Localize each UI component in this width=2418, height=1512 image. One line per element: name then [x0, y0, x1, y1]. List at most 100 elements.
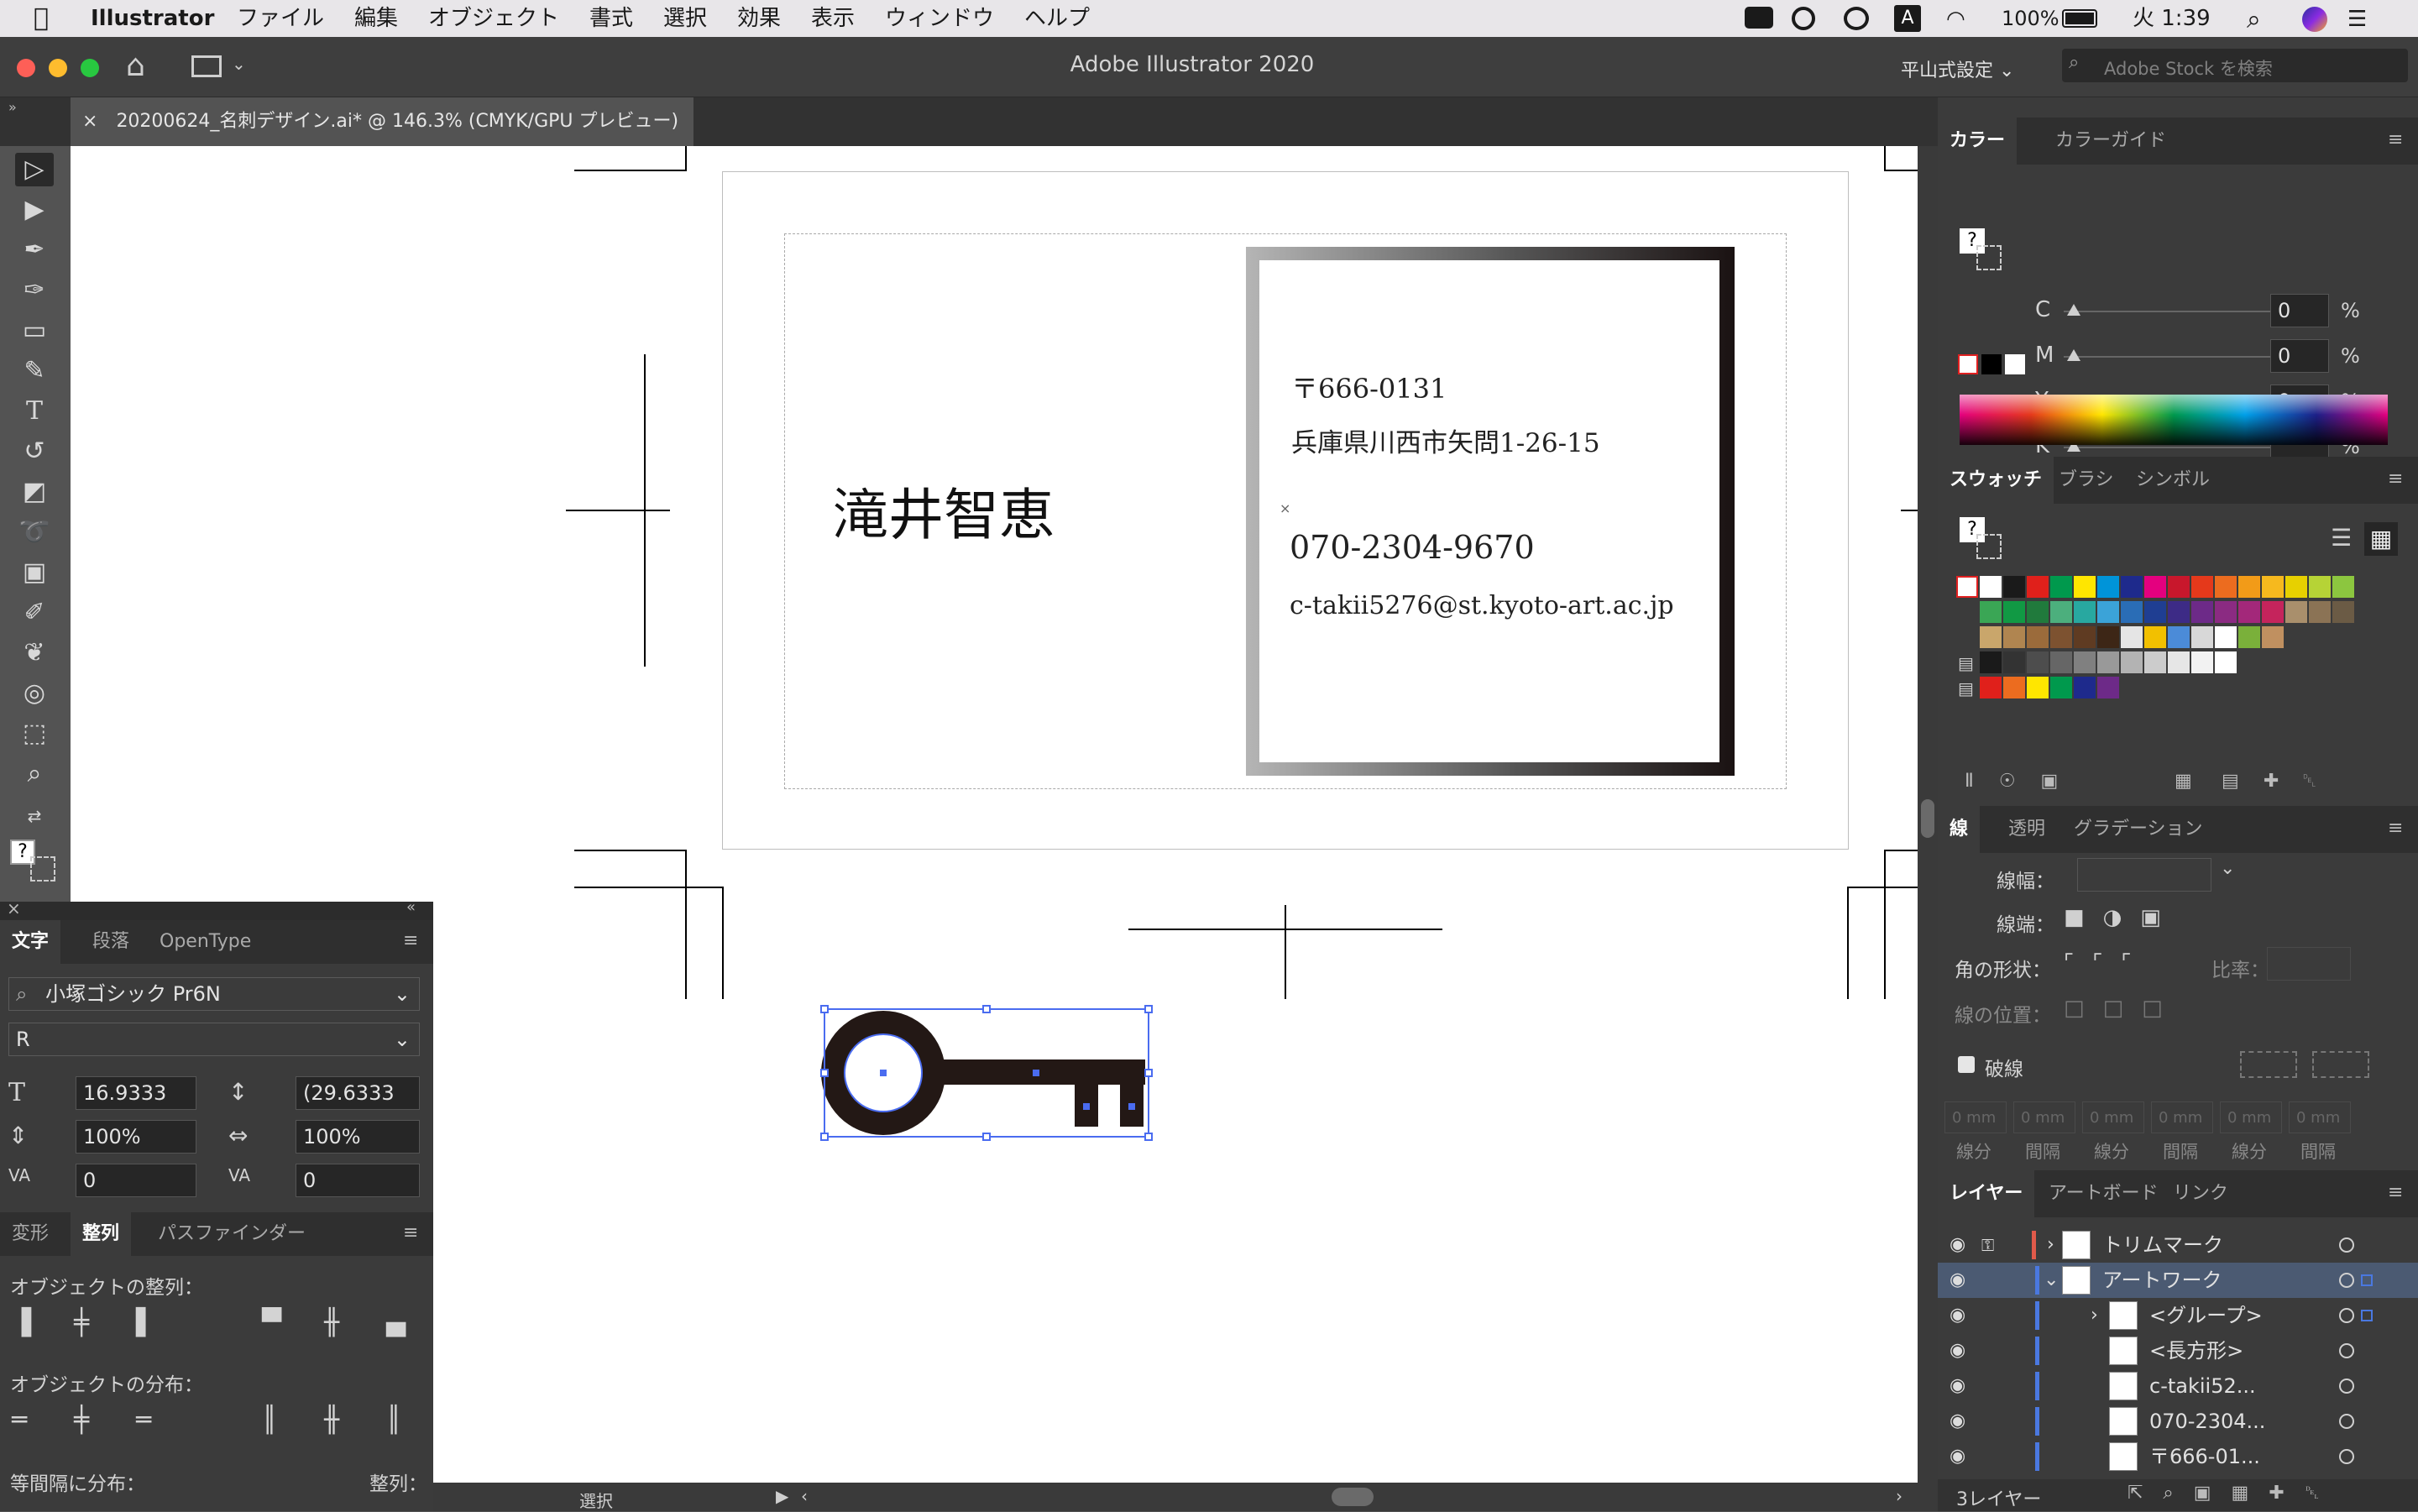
color-swatch[interactable] [2285, 576, 2307, 598]
artboard-tool-icon[interactable]: ⬚ [15, 717, 54, 751]
selection-indicator-icon[interactable] [2361, 1310, 2373, 1321]
stroke-color-icon[interactable] [30, 856, 55, 882]
workspace-switcher[interactable]: 平山式設定 ⌄ [1901, 55, 2014, 82]
menu-app[interactable]: Illustrator [91, 4, 214, 33]
font-size-field[interactable]: 16.9333 [76, 1076, 196, 1110]
channel-value-field[interactable]: 0 [2270, 294, 2329, 327]
color-swatch[interactable] [2027, 601, 2049, 623]
clock[interactable]: 火 1:39 [2133, 4, 2211, 33]
color-swatch[interactable] [2215, 601, 2237, 623]
visibility-eye-icon[interactable]: ◉ [1950, 1439, 1965, 1474]
tab-gradient[interactable]: グラデーション [2062, 806, 2215, 853]
dash-field[interactable]: 0 mm [1944, 1101, 2007, 1133]
color-swatch[interactable] [2027, 576, 2049, 598]
color-swatch[interactable] [2168, 601, 2190, 623]
color-swatch[interactable] [2262, 601, 2284, 623]
channel-value-field[interactable]: 0 [2270, 339, 2329, 373]
selection-indicator-icon[interactable] [2361, 1274, 2373, 1286]
panel-menu-icon[interactable]: ≡ [403, 930, 418, 951]
white-color-swatch[interactable] [2005, 354, 2025, 374]
tab-character[interactable]: 文字 [0, 920, 61, 964]
target-icon[interactable] [2339, 1308, 2354, 1323]
color-swatch[interactable] [2003, 651, 2025, 673]
rotate-tool-icon[interactable]: ↺ [15, 435, 54, 468]
curvature-tool-icon[interactable]: ✑ [15, 274, 54, 307]
color-swatch[interactable] [2074, 651, 2096, 673]
visibility-eye-icon[interactable]: ◉ [1950, 1263, 1965, 1298]
card-name-text[interactable]: 滝井智恵 [833, 470, 1055, 551]
color-swatch[interactable] [2215, 651, 2237, 673]
tab-color[interactable]: カラー [1938, 118, 2018, 165]
align-left-icon[interactable]: ▐ [12, 1308, 31, 1337]
pen-tool-icon[interactable]: ✒ [15, 233, 54, 267]
color-swatch[interactable] [2238, 576, 2260, 598]
tab-paragraph[interactable]: 段落 [81, 920, 141, 964]
horizontal-scroll-thumb[interactable] [1332, 1488, 1374, 1506]
panel-menu-icon[interactable]: ≡ [2388, 468, 2403, 489]
color-swatch[interactable] [2050, 601, 2072, 623]
color-swatch[interactable] [2074, 626, 2096, 648]
new-swatch-group-icon[interactable]: ▦ [2175, 771, 2192, 792]
color-swatch[interactable] [2121, 576, 2143, 598]
color-swatch[interactable] [2097, 651, 2119, 673]
tab-stroke[interactable]: 線 [1938, 806, 1981, 853]
tab-color-guide[interactable]: カラーガイド [2044, 118, 2178, 165]
card-email-text[interactable]: c-takii5276@st.kyoto-art.ac.jp [1290, 591, 1674, 620]
wifi-icon[interactable]: ◠ [1946, 7, 1965, 32]
tab-align[interactable]: 整列 [71, 1212, 132, 1256]
none-color-icon[interactable] [1958, 354, 1978, 374]
visibility-eye-icon[interactable]: ◉ [1950, 1298, 1965, 1333]
layer-name[interactable]: トリムマーク [2102, 1227, 2223, 1263]
paintbrush-tool-icon[interactable]: ✎ [15, 354, 54, 388]
visibility-eye-icon[interactable]: ◉ [1950, 1368, 1965, 1404]
distribute-vcenter-icon[interactable]: ╪ [74, 1405, 89, 1435]
color-swatch[interactable] [2027, 651, 2049, 673]
status-mode[interactable]: 選択 [579, 1488, 613, 1512]
visibility-eye-icon[interactable]: ◉ [1950, 1227, 1965, 1263]
target-icon[interactable] [2339, 1414, 2354, 1429]
status-arrow-icon[interactable]: ▶ [776, 1486, 788, 1506]
color-swatch[interactable] [2309, 601, 2331, 623]
color-swatch[interactable] [2027, 626, 2049, 648]
layer-name[interactable]: アートワーク [2102, 1263, 2222, 1298]
cap-buttons[interactable]: ■◑▣ [2064, 905, 2180, 930]
close-panel-icon[interactable]: × [7, 898, 21, 918]
color-swatch[interactable] [1980, 651, 2002, 673]
vertical-scrollbar[interactable] [1918, 146, 1938, 1483]
resize-handle[interactable] [982, 1133, 991, 1141]
tab-layers[interactable]: レイヤー [1938, 1170, 2035, 1217]
color-swatch[interactable] [2285, 601, 2307, 623]
black-color-swatch[interactable] [1981, 354, 2002, 374]
stroke-align-buttons[interactable]: □□□ [2064, 996, 2181, 1021]
dash-align-icon[interactable] [2312, 1051, 2369, 1078]
tab-transparency[interactable]: 透明 [1997, 806, 2057, 853]
tracking-field[interactable]: 0 [296, 1164, 420, 1197]
chevron-down-icon[interactable]: ⌄ [2044, 1263, 2059, 1298]
color-swatch[interactable] [2097, 601, 2119, 623]
new-swatch-icon[interactable]: ✚ [2264, 771, 2279, 792]
arrange-documents-icon[interactable] [191, 55, 222, 77]
folder-icon[interactable]: ▤ [2222, 771, 2239, 792]
layer-footer-icons[interactable]: ⇱⌕▣▦✚␡ [2128, 1483, 2339, 1504]
direct-selection-tool-icon[interactable]: ▶ [15, 193, 54, 227]
color-swatch[interactable] [2191, 651, 2213, 673]
swatch-folder-icon[interactable]: ▤ [1958, 678, 1974, 698]
layer-name[interactable]: c-takii52... [2149, 1368, 2256, 1404]
distribute-left-icon[interactable]: ║ [262, 1405, 277, 1435]
visibility-eye-icon[interactable]: ◉ [1950, 1333, 1965, 1368]
layer-name[interactable]: 070-2304... [2149, 1404, 2265, 1439]
distribute-bottom-icon[interactable]: ═ [136, 1405, 151, 1435]
creative-cloud-icon[interactable] [1844, 7, 1869, 30]
color-swatch[interactable] [2238, 626, 2260, 648]
scroll-left-icon[interactable]: ‹ [801, 1486, 808, 1506]
card-postal-text[interactable]: 〒666-0131 [1291, 368, 1447, 406]
dash-preserve-icon[interactable] [2240, 1051, 2297, 1078]
color-swatch[interactable] [2097, 677, 2119, 698]
color-swatch[interactable] [2191, 576, 2213, 598]
layer-row[interactable]: ◉ 070-2304... [1938, 1404, 2418, 1439]
color-swatch[interactable] [1980, 601, 2002, 623]
color-swatch[interactable] [2097, 626, 2119, 648]
distribute-top-icon[interactable]: ═ [12, 1405, 27, 1435]
notification-center-icon[interactable]: ☰ [2347, 7, 2367, 32]
color-swatch[interactable] [2121, 626, 2143, 648]
